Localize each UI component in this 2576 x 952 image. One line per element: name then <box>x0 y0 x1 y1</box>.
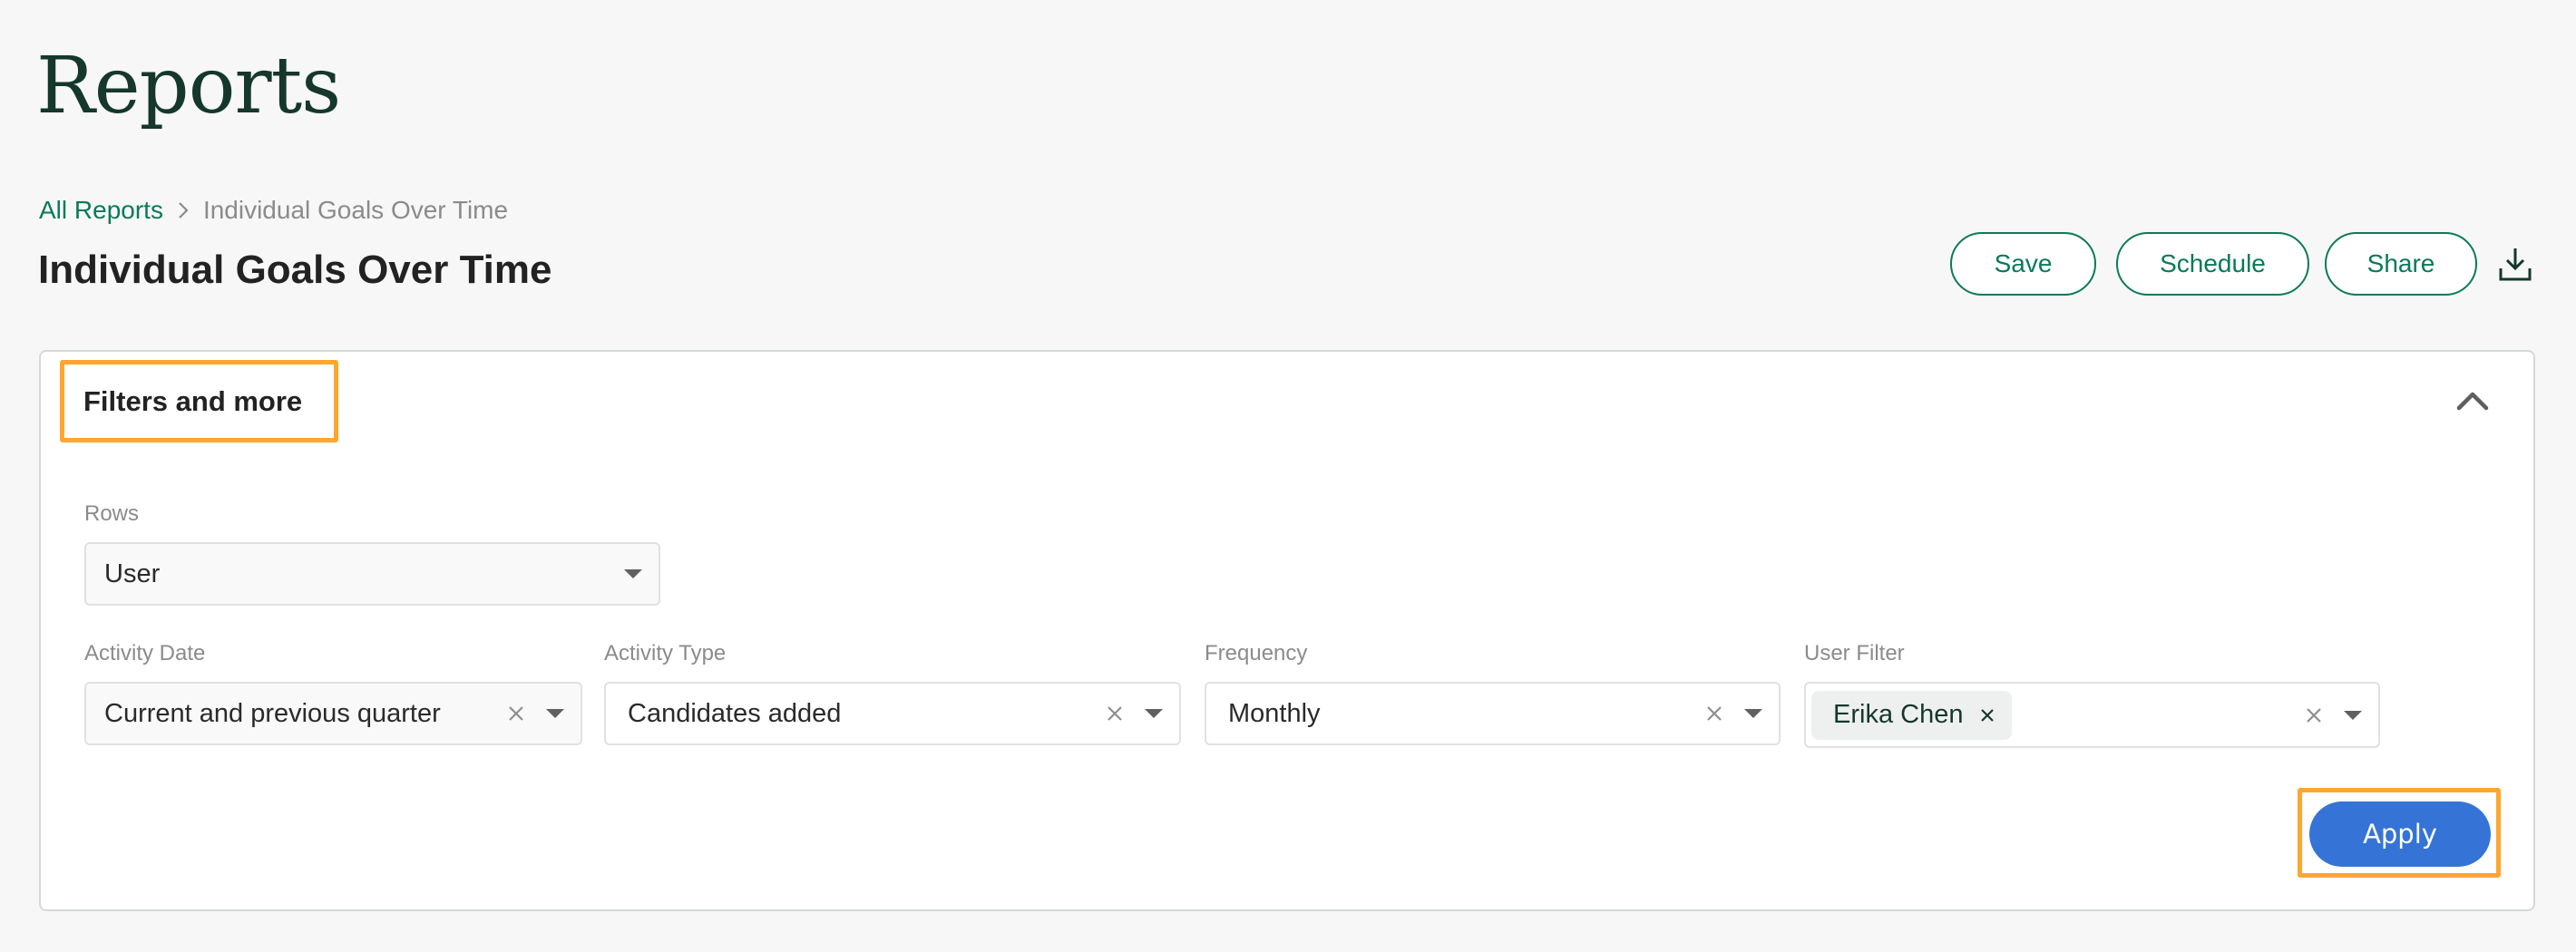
caret-down-icon <box>546 709 564 718</box>
apply-button[interactable]: Apply <box>2309 801 2491 867</box>
caret-down-icon <box>624 569 642 578</box>
breadcrumb-current: Individual Goals Over Time <box>202 196 509 224</box>
rows-label: Rows <box>84 501 140 526</box>
filters-panel <box>39 350 2535 911</box>
rows-select[interactable]: User <box>84 542 660 606</box>
download-icon[interactable] <box>2499 246 2532 282</box>
frequency-select[interactable]: Monthly <box>1205 682 1781 745</box>
activity-date-label: Activity Date <box>84 641 206 665</box>
user-chip: Erika Chen <box>1811 690 2013 740</box>
clear-icon[interactable] <box>1105 704 1125 724</box>
caret-down-icon <box>1744 709 1762 718</box>
caret-down-icon <box>1145 709 1163 718</box>
save-button[interactable]: Save <box>1950 232 2096 296</box>
activity-type-value: Candidates added <box>628 698 842 728</box>
clear-icon[interactable] <box>506 704 526 724</box>
breadcrumb: All Reports Individual Goals Over Time <box>39 194 508 227</box>
chevron-right-icon <box>178 201 189 219</box>
remove-chip-icon[interactable] <box>1979 707 1995 724</box>
clear-icon[interactable] <box>2304 705 2324 725</box>
caret-down-icon <box>2344 710 2362 720</box>
report-actions: Save Schedule Share <box>1950 232 2532 296</box>
activity-type-select[interactable]: Candidates added <box>604 682 1181 745</box>
report-title: Individual Goals Over Time <box>38 248 552 292</box>
breadcrumb-all-reports-link[interactable]: All Reports <box>39 196 163 225</box>
activity-date-value: Current and previous quarter <box>104 698 441 728</box>
clear-icon[interactable] <box>1704 704 1724 724</box>
page-heading: Reports <box>36 41 341 131</box>
activity-type-label: Activity Type <box>604 641 727 665</box>
user-filter-select[interactable]: Erika Chen <box>1804 682 2380 748</box>
frequency-label: Frequency <box>1205 641 1308 665</box>
schedule-button[interactable]: Schedule <box>2116 232 2309 296</box>
share-button[interactable]: Share <box>2325 232 2477 296</box>
user-chip-label: Erika Chen <box>1833 700 1964 729</box>
activity-date-select[interactable]: Current and previous quarter <box>84 682 582 745</box>
rows-select-value: User <box>104 559 161 588</box>
frequency-value: Monthly <box>1228 698 1321 728</box>
user-filter-label: User Filter <box>1804 641 1905 665</box>
chevron-up-icon[interactable] <box>2449 384 2496 417</box>
filters-heading[interactable]: Filters and more <box>83 384 302 419</box>
